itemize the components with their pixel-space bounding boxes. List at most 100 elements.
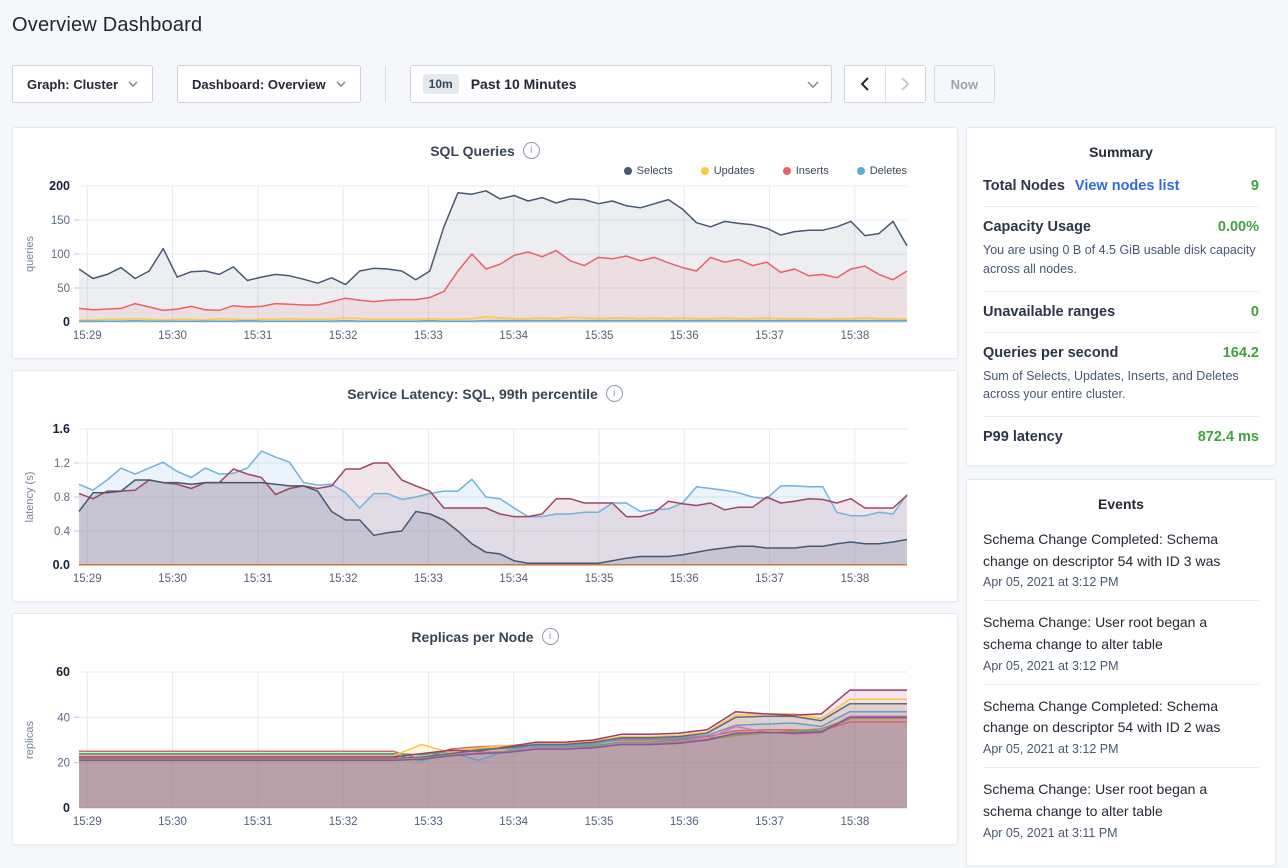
chevron-down-icon bbox=[336, 81, 346, 87]
svg-text:15:37: 15:37 bbox=[755, 816, 784, 828]
summary-label: Queries per second bbox=[983, 345, 1118, 361]
svg-text:15:31: 15:31 bbox=[243, 816, 272, 828]
event-item: Schema Change Completed: Schema change o… bbox=[983, 685, 1259, 768]
legend-item[interactable]: Deletes bbox=[857, 165, 907, 177]
svg-text:15:35: 15:35 bbox=[585, 330, 614, 342]
svg-text:15:37: 15:37 bbox=[755, 573, 784, 585]
legend-item[interactable]: Selects bbox=[624, 165, 673, 177]
svg-text:100: 100 bbox=[51, 249, 70, 261]
time-range-arrows bbox=[844, 65, 926, 103]
summary-card: Summary Total Nodes View nodes list 9 Ca… bbox=[966, 127, 1276, 466]
info-icon[interactable]: i bbox=[542, 628, 559, 645]
chart-plot[interactable]: 0.00.40.81.21.615:2915:3015:3115:3215:33… bbox=[13, 423, 957, 591]
summary-item: Capacity Usage 0.00% You are using 0 B o… bbox=[983, 207, 1259, 292]
legend-label: Selects bbox=[637, 165, 673, 177]
summary-label: Unavailable ranges bbox=[983, 304, 1115, 320]
dashboard-dropdown[interactable]: Dashboard: Overview bbox=[177, 65, 361, 103]
svg-text:replicas: replicas bbox=[24, 721, 36, 759]
svg-text:0.0: 0.0 bbox=[53, 558, 70, 572]
svg-text:15:33: 15:33 bbox=[414, 816, 443, 828]
summary-row: P99 latency 872.4 ms bbox=[983, 429, 1259, 445]
svg-text:15:34: 15:34 bbox=[499, 330, 528, 342]
event-item: Schema Change: User root began a schema … bbox=[983, 768, 1259, 850]
summary-row: Queries per second 164.2 bbox=[983, 345, 1259, 361]
summary-value: 0.00% bbox=[1218, 219, 1259, 235]
svg-text:latency (s): latency (s) bbox=[24, 472, 36, 523]
svg-text:40: 40 bbox=[57, 712, 70, 724]
chart-title: Service Latency: SQL, 99th percentile bbox=[347, 386, 598, 402]
svg-text:0: 0 bbox=[63, 801, 70, 815]
event-message: Schema Change Completed: Schema change o… bbox=[983, 696, 1259, 739]
legend-label: Inserts bbox=[796, 165, 829, 177]
summary-description: Sum of Selects, Updates, Inserts, and De… bbox=[983, 367, 1259, 405]
nodes-list-link[interactable]: View nodes list bbox=[1075, 178, 1180, 194]
page-root: Overview Dashboard Graph: Cluster Dashbo… bbox=[0, 14, 1288, 866]
svg-text:15:29: 15:29 bbox=[73, 573, 102, 585]
svg-text:15:30: 15:30 bbox=[158, 573, 187, 585]
info-icon[interactable]: i bbox=[523, 142, 540, 159]
event-timestamp: Apr 05, 2021 at 3:12 PM bbox=[983, 575, 1259, 589]
chart-head: Replicas per Node i bbox=[13, 628, 957, 645]
svg-text:15:31: 15:31 bbox=[243, 330, 272, 342]
svg-text:15:36: 15:36 bbox=[670, 573, 699, 585]
legend-label: Updates bbox=[714, 165, 755, 177]
chart-legend: Selects Updates Inserts Deletes bbox=[13, 162, 957, 180]
chart-card-replicas-per-node: Replicas per Node i 020406015:2915:3015:… bbox=[12, 613, 958, 845]
page-title: Overview Dashboard bbox=[12, 14, 1276, 37]
chevron-down-icon bbox=[807, 81, 819, 88]
svg-text:15:30: 15:30 bbox=[158, 816, 187, 828]
svg-text:15:35: 15:35 bbox=[585, 573, 614, 585]
next-range-button[interactable] bbox=[885, 66, 925, 102]
chart-title: SQL Queries bbox=[430, 143, 515, 159]
summary-list: Total Nodes View nodes list 9 Capacity U… bbox=[983, 166, 1259, 451]
dashboard-dropdown-label: Dashboard: Overview bbox=[192, 77, 326, 92]
svg-text:15:36: 15:36 bbox=[670, 816, 699, 828]
legend-label: Deletes bbox=[870, 165, 907, 177]
svg-text:1.2: 1.2 bbox=[54, 458, 70, 470]
chevron-down-icon bbox=[128, 81, 138, 87]
info-icon[interactable]: i bbox=[606, 385, 623, 402]
graph-dropdown[interactable]: Graph: Cluster bbox=[12, 65, 153, 103]
summary-item: Queries per second 164.2 Sum of Selects,… bbox=[983, 333, 1259, 418]
chart-plot[interactable]: 05010015020015:2915:3015:3115:3215:3315:… bbox=[13, 180, 957, 348]
chart-legend bbox=[13, 648, 957, 666]
svg-text:queries: queries bbox=[24, 235, 36, 272]
svg-text:1.6: 1.6 bbox=[53, 423, 70, 436]
svg-text:15:29: 15:29 bbox=[73, 330, 102, 342]
chart-card-service-latency: Service Latency: SQL, 99th percentile i … bbox=[12, 370, 958, 602]
sidebar: Summary Total Nodes View nodes list 9 Ca… bbox=[966, 127, 1276, 866]
event-message: Schema Change: User root began a schema … bbox=[983, 779, 1259, 822]
chart-plot[interactable]: 020406015:2915:3015:3115:3215:3315:3415:… bbox=[13, 666, 957, 834]
summary-row: Total Nodes View nodes list 9 bbox=[983, 178, 1259, 194]
legend-item[interactable]: Updates bbox=[701, 165, 755, 177]
chevron-right-icon bbox=[900, 77, 910, 91]
svg-text:15:32: 15:32 bbox=[329, 330, 358, 342]
summary-value: 164.2 bbox=[1223, 345, 1259, 361]
svg-text:15:33: 15:33 bbox=[414, 330, 443, 342]
prev-range-button[interactable] bbox=[845, 66, 885, 102]
svg-text:15:37: 15:37 bbox=[755, 330, 784, 342]
svg-text:0.4: 0.4 bbox=[54, 526, 71, 538]
svg-text:15:31: 15:31 bbox=[243, 573, 272, 585]
summary-label: Capacity Usage bbox=[983, 219, 1091, 235]
summary-label: P99 latency bbox=[983, 429, 1063, 445]
legend-item[interactable]: Inserts bbox=[783, 165, 829, 177]
toolbar-divider bbox=[385, 66, 386, 102]
event-timestamp: Apr 05, 2021 at 3:12 PM bbox=[983, 659, 1259, 673]
time-range-selector[interactable]: 10m Past 10 Minutes bbox=[410, 65, 832, 103]
svg-text:15:38: 15:38 bbox=[840, 816, 869, 828]
now-button[interactable]: Now bbox=[934, 65, 995, 103]
summary-title: Summary bbox=[983, 144, 1259, 160]
chart-legend bbox=[13, 405, 957, 423]
svg-text:15:35: 15:35 bbox=[585, 816, 614, 828]
time-range-label: Past 10 Minutes bbox=[471, 76, 577, 92]
event-item: Schema Change: User root began a schema … bbox=[983, 601, 1259, 684]
summary-value: 9 bbox=[1251, 178, 1259, 194]
svg-text:150: 150 bbox=[51, 215, 70, 227]
summary-row: Unavailable ranges 0 bbox=[983, 304, 1259, 320]
summary-row: Capacity Usage 0.00% bbox=[983, 219, 1259, 235]
event-message: Schema Change: User root began a schema … bbox=[983, 612, 1259, 655]
svg-text:15:34: 15:34 bbox=[499, 573, 528, 585]
event-item: Schema Change Completed: Schema change o… bbox=[983, 518, 1259, 601]
chevron-left-icon bbox=[860, 77, 870, 91]
